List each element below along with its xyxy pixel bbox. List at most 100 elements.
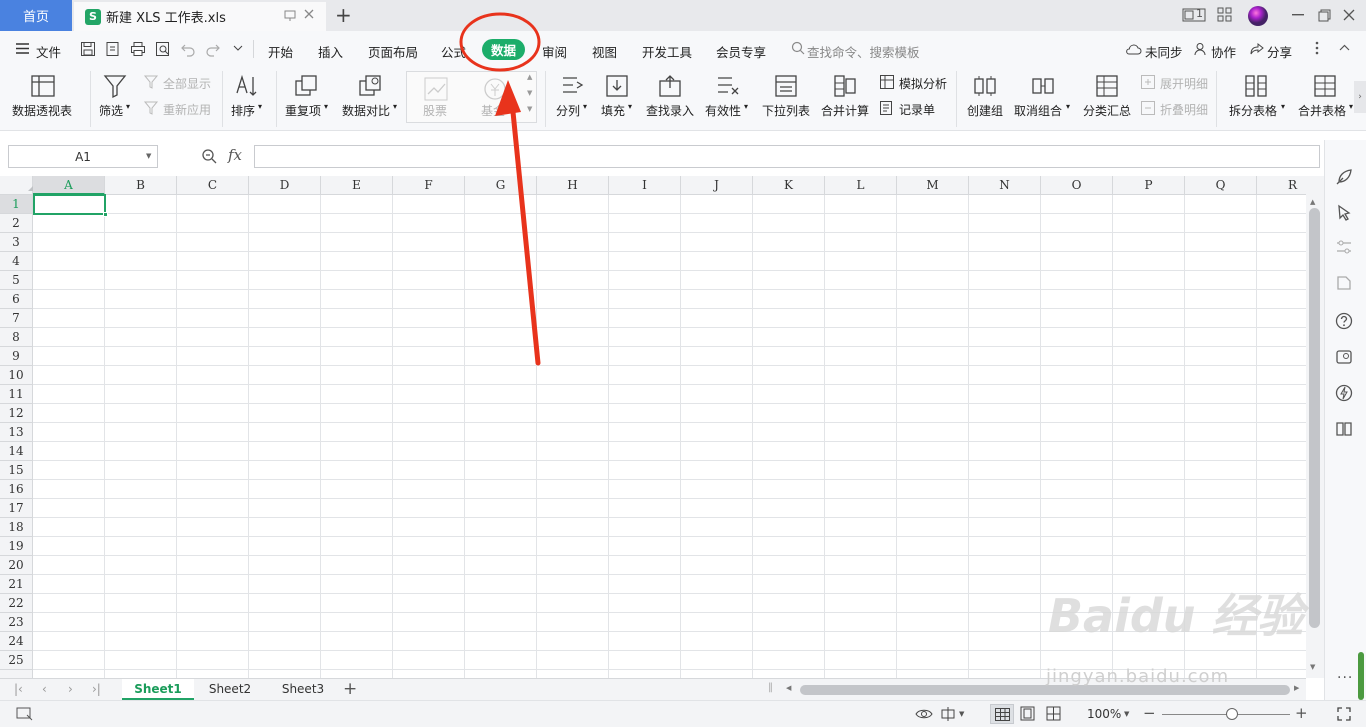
column-header[interactable]: C [177, 176, 249, 195]
center-layout-icon[interactable] [940, 706, 956, 722]
lightning-icon[interactable] [1335, 384, 1353, 402]
more-tools-icon[interactable]: ··· [1337, 670, 1353, 686]
sort-button[interactable]: 排序 [231, 102, 255, 119]
scroll-up-icon[interactable]: ▲ [1310, 198, 1315, 206]
split-table-button[interactable]: 拆分表格 [1229, 102, 1277, 119]
collapse-ribbon-icon[interactable] [1339, 44, 1350, 51]
row-header[interactable]: 6 [0, 290, 33, 309]
backup-icon[interactable] [1335, 274, 1353, 292]
adjust-sliders-icon[interactable] [1335, 238, 1353, 256]
menu-file[interactable]: 文件 [36, 42, 61, 61]
ribbon-scroll-right-icon[interactable]: › [1354, 81, 1366, 113]
formula-input[interactable] [254, 145, 1320, 168]
row-header[interactable]: 18 [0, 518, 33, 537]
column-header[interactable]: L [825, 176, 897, 195]
undo-icon[interactable] [180, 41, 196, 57]
help-icon[interactable] [1335, 312, 1353, 330]
redo-icon[interactable] [205, 41, 221, 57]
row-header[interactable]: 4 [0, 252, 33, 271]
collab-button[interactable]: 协作 [1211, 42, 1236, 61]
vertical-scrollbar[interactable]: ▲ ▼ [1306, 176, 1324, 678]
book-icon[interactable] [1335, 420, 1353, 438]
sheet-tab[interactable]: Sheet2 [195, 679, 265, 700]
tab-member[interactable]: 会员专享 [716, 42, 766, 61]
more-options-icon[interactable] [1315, 41, 1319, 55]
fill-dropdown-icon[interactable]: ▾ [628, 102, 632, 111]
gallery-up-icon[interactable]: ▲ [527, 73, 532, 81]
macro-record-icon[interactable] [16, 706, 34, 722]
minimize-icon[interactable] [1292, 14, 1304, 16]
new-tab-button[interactable]: + [335, 3, 352, 27]
row-header[interactable]: 7 [0, 309, 33, 328]
rocket-icon[interactable] [1335, 168, 1353, 186]
page-layout-view-icon[interactable] [1020, 706, 1035, 721]
scroll-down-icon[interactable]: ▼ [1310, 663, 1315, 671]
filter-dropdown-icon[interactable]: ▾ [126, 102, 130, 111]
column-header[interactable]: M [897, 176, 969, 195]
row-header[interactable]: 11 [0, 385, 33, 404]
sync-status-button[interactable]: 未同步 [1145, 42, 1183, 61]
print-preview-icon[interactable] [155, 41, 171, 57]
first-sheet-icon[interactable]: |‹ [14, 682, 23, 696]
zoom-slider-thumb[interactable] [1226, 708, 1239, 720]
pin-tab-icon[interactable] [283, 8, 297, 22]
row-header[interactable]: 25 [0, 651, 33, 670]
tab-view[interactable]: 视图 [592, 42, 617, 61]
last-sheet-icon[interactable]: ›| [92, 682, 101, 696]
column-header[interactable]: Q [1185, 176, 1257, 195]
create-group-button[interactable]: 创建组 [967, 102, 1003, 119]
tab-data[interactable]: 数据 [482, 39, 525, 60]
expand-detail-button[interactable]: 展开明细 [1160, 75, 1208, 92]
reapply-button[interactable]: 重新应用 [163, 101, 211, 118]
zoom-search-icon[interactable] [201, 148, 217, 164]
share-button[interactable]: 分享 [1267, 42, 1292, 61]
layout-dropdown-icon[interactable]: ▼ [959, 710, 964, 718]
split-dropdown-icon[interactable]: ▾ [583, 102, 587, 111]
export-pdf-icon[interactable] [105, 41, 121, 57]
add-sheet-button[interactable]: + [343, 679, 357, 699]
tab-insert[interactable]: 插入 [318, 42, 343, 61]
fill-button[interactable]: 填充 [601, 102, 625, 119]
sheet-tab[interactable]: Sheet3 [268, 679, 338, 700]
command-search-input[interactable]: 查找命令、搜索模板 [807, 42, 920, 61]
fill-handle[interactable] [103, 212, 108, 217]
record-form-button[interactable]: 记录单 [899, 101, 935, 118]
sort-dropdown-icon[interactable]: ▾ [258, 102, 262, 111]
zoom-level[interactable]: 100% [1087, 707, 1121, 721]
row-header[interactable]: 2 [0, 214, 33, 233]
merge-table-button[interactable]: 合并表格 [1298, 102, 1346, 119]
apps-grid-icon[interactable] [1217, 7, 1233, 23]
tab-formulas[interactable]: 公式 [441, 42, 466, 61]
active-cell-a1[interactable] [33, 194, 108, 217]
column-header[interactable]: B [105, 176, 177, 195]
column-header[interactable]: N [969, 176, 1041, 195]
save-icon[interactable] [80, 41, 96, 57]
column-header[interactable]: P [1113, 176, 1185, 195]
row-header[interactable]: 19 [0, 537, 33, 556]
close-window-icon[interactable] [1343, 9, 1355, 21]
tab-page-layout[interactable]: 页面布局 [368, 42, 418, 61]
tab-splitter-handle[interactable]: ‖ [768, 682, 773, 693]
fullscreen-icon[interactable] [1337, 707, 1351, 721]
row-header[interactable]: 14 [0, 442, 33, 461]
column-header[interactable]: I [609, 176, 681, 195]
row-header[interactable]: 22 [0, 594, 33, 613]
fund-button[interactable]: 基金 [481, 102, 505, 119]
row-header[interactable]: 15 [0, 461, 33, 480]
column-header[interactable]: F [393, 176, 465, 195]
column-header[interactable]: K [753, 176, 825, 195]
column-header[interactable]: O [1041, 176, 1113, 195]
tab-review[interactable]: 审阅 [542, 42, 567, 61]
row-header[interactable]: 8 [0, 328, 33, 347]
row-header[interactable]: 24 [0, 632, 33, 651]
row-header[interactable] [0, 670, 33, 678]
prev-sheet-icon[interactable]: ‹ [42, 682, 47, 696]
eye-protection-icon[interactable] [915, 707, 933, 721]
row-header[interactable]: 3 [0, 233, 33, 252]
row-header[interactable]: 13 [0, 423, 33, 442]
column-header[interactable]: A [33, 176, 105, 195]
ungroup-button[interactable]: 取消组合 [1014, 102, 1062, 119]
close-tab-icon[interactable] [303, 8, 315, 20]
dropdown-list-button[interactable]: 下拉列表 [762, 102, 810, 119]
data-compare-button[interactable]: 数据对比 [342, 102, 390, 119]
